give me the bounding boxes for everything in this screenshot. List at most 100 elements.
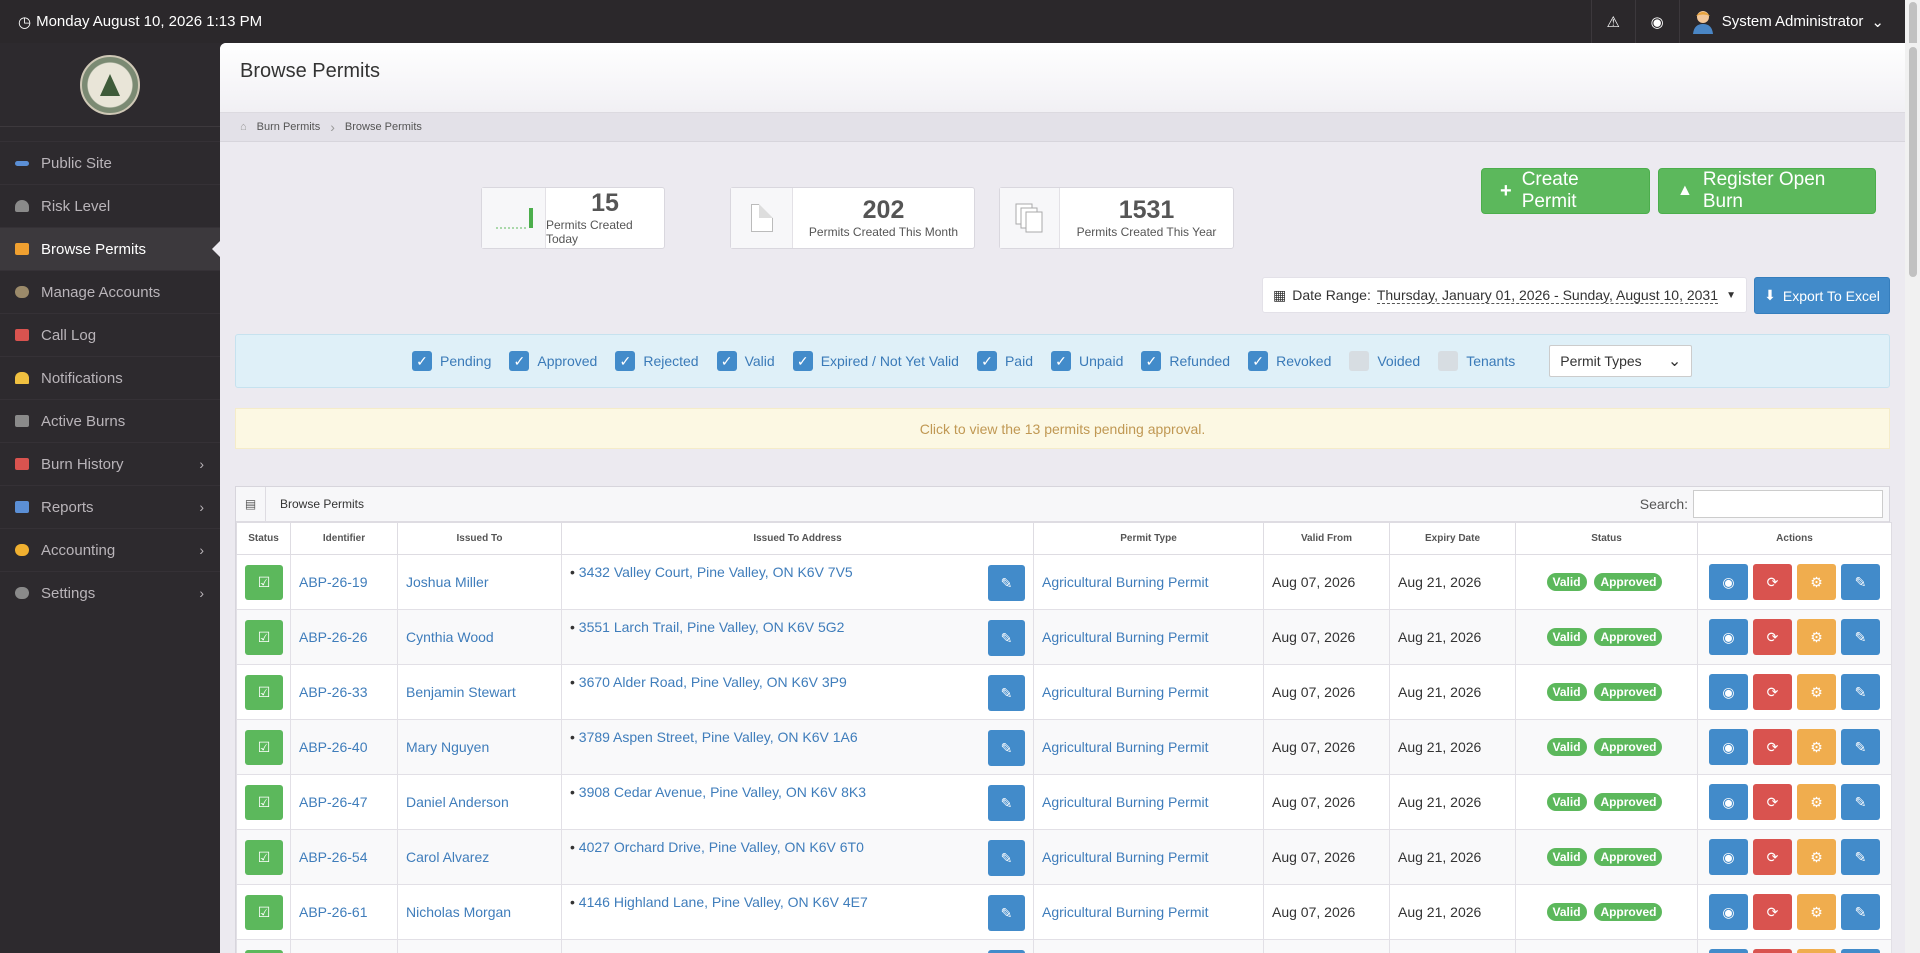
globe-icon[interactable]: ◉ xyxy=(1634,0,1679,43)
column-header[interactable]: Valid From xyxy=(1263,522,1390,555)
refresh-button[interactable]: ⟳ xyxy=(1753,619,1792,655)
column-header[interactable]: Issued To xyxy=(397,522,562,555)
sidebar-item-burn-history[interactable]: Burn History › xyxy=(0,442,220,485)
export-to-excel-button[interactable]: ⬇ Export To Excel xyxy=(1754,277,1890,314)
settings-button[interactable]: ⚙ xyxy=(1797,784,1836,820)
address-link[interactable]: 3670 Alder Road, Pine Valley, ON K6V 3P9 xyxy=(579,674,847,690)
issued-to-link[interactable]: Cynthia Wood xyxy=(406,629,494,645)
permit-type-link[interactable]: Agricultural Burning Permit xyxy=(1042,904,1209,920)
permit-type-link[interactable]: Agricultural Burning Permit xyxy=(1042,574,1209,590)
filter-unpaid[interactable]: ✓ Unpaid xyxy=(1051,351,1123,371)
checkbox-checked-icon[interactable]: ✓ xyxy=(792,351,813,371)
status-toggle-button[interactable]: ☑ xyxy=(245,949,283,953)
refresh-button[interactable]: ⟳ xyxy=(1753,894,1792,930)
permit-identifier-link[interactable]: ABP-26-26 xyxy=(299,629,367,645)
filter-approved[interactable]: ✓ Approved xyxy=(509,351,597,371)
pending-approval-banner[interactable]: Click to view the 13 permits pending app… xyxy=(235,408,1890,449)
checkbox-unchecked-icon[interactable]: ✓ xyxy=(1438,351,1459,371)
camera-button[interactable]: ◉ xyxy=(1709,839,1748,875)
edit-address-button[interactable]: ✎ xyxy=(988,565,1025,601)
page-scrollbar[interactable] xyxy=(1905,43,1920,953)
permit-type-link[interactable]: Agricultural Burning Permit xyxy=(1042,739,1209,755)
status-toggle-button[interactable]: ☑ xyxy=(245,619,283,655)
issued-to-link[interactable]: Daniel Anderson xyxy=(406,794,509,810)
edit-address-button[interactable]: ✎ xyxy=(988,730,1025,766)
filter-pending[interactable]: ✓ Pending xyxy=(412,351,491,371)
scrollbar-thumb[interactable] xyxy=(1909,47,1917,277)
issued-to-link[interactable]: Benjamin Stewart xyxy=(406,684,516,700)
settings-button[interactable]: ⚙ xyxy=(1797,674,1836,710)
sidebar-item-notifications[interactable]: Notifications xyxy=(0,356,220,399)
sidebar-item-active-burns[interactable]: Active Burns xyxy=(0,399,220,442)
column-header[interactable]: Permit Type xyxy=(1033,522,1264,555)
sidebar-item-public-site[interactable]: Public Site xyxy=(0,141,220,184)
permit-type-link[interactable]: Agricultural Burning Permit xyxy=(1042,794,1209,810)
sidebar-item-call-log[interactable]: Call Log xyxy=(0,313,220,356)
refresh-button[interactable]: ⟳ xyxy=(1753,729,1792,765)
edit-address-button[interactable]: ✎ xyxy=(988,675,1025,711)
status-toggle-button[interactable]: ☑ xyxy=(245,784,283,820)
status-toggle-button[interactable]: ☑ xyxy=(245,674,283,710)
settings-button[interactable]: ⚙ xyxy=(1797,619,1836,655)
filter-expired[interactable]: ✓ Expired / Not Yet Valid xyxy=(792,351,959,371)
edit-address-button[interactable]: ✎ xyxy=(988,895,1025,931)
filter-paid[interactable]: ✓ Paid xyxy=(976,351,1033,371)
sidebar-item-risk-level[interactable]: Risk Level xyxy=(0,184,220,227)
checkbox-checked-icon[interactable]: ✓ xyxy=(1141,351,1162,371)
checkbox-checked-icon[interactable]: ✓ xyxy=(509,351,530,371)
user-menu[interactable]: System Administrator ⌄ xyxy=(1678,0,1920,43)
permit-type-link[interactable]: Agricultural Burning Permit xyxy=(1042,629,1209,645)
status-toggle-button[interactable]: ☑ xyxy=(245,839,283,875)
column-header[interactable]: Issued To Address xyxy=(561,522,1034,555)
address-link[interactable]: 4146 Highland Lane, Pine Valley, ON K6V … xyxy=(579,894,868,910)
camera-button[interactable]: ◉ xyxy=(1709,619,1748,655)
filter-rejected[interactable]: ✓ Rejected xyxy=(615,351,699,371)
alert-icon[interactable]: ⚠ xyxy=(1590,0,1635,43)
issued-to-link[interactable]: Nicholas Morgan xyxy=(406,904,511,920)
checkbox-checked-icon[interactable]: ✓ xyxy=(1248,351,1269,371)
edit-button[interactable]: ✎ xyxy=(1841,839,1880,875)
checkbox-checked-icon[interactable]: ✓ xyxy=(976,351,997,371)
checkbox-unchecked-icon[interactable]: ✓ xyxy=(1349,351,1370,371)
settings-button[interactable]: ⚙ xyxy=(1797,564,1836,600)
search-input[interactable] xyxy=(1693,490,1883,518)
filter-valid[interactable]: ✓ Valid xyxy=(716,351,775,371)
column-header[interactable]: Status xyxy=(1515,522,1698,555)
edit-button[interactable]: ✎ xyxy=(1841,674,1880,710)
filter-tenants[interactable]: ✓ Tenants xyxy=(1438,351,1515,371)
filter-refunded[interactable]: ✓ Refunded xyxy=(1141,351,1230,371)
refresh-button[interactable]: ⟳ xyxy=(1753,674,1792,710)
permit-identifier-link[interactable]: ABP-26-33 xyxy=(299,684,367,700)
sidebar-item-manage-accounts[interactable]: Manage Accounts xyxy=(0,270,220,313)
date-range-picker[interactable]: ▦ Date Range: Thursday, January 01, 2026… xyxy=(1262,277,1747,313)
edit-address-button[interactable]: ✎ xyxy=(988,840,1025,876)
refresh-button[interactable]: ⟳ xyxy=(1753,784,1792,820)
refresh-button[interactable]: ⟳ xyxy=(1753,839,1792,875)
edit-button[interactable]: ✎ xyxy=(1841,564,1880,600)
status-toggle-button[interactable]: ☑ xyxy=(245,729,283,765)
edit-button[interactable]: ✎ xyxy=(1841,784,1880,820)
column-header[interactable]: Expiry Date xyxy=(1389,522,1516,555)
sidebar-item-reports[interactable]: Reports › xyxy=(0,485,220,528)
address-link[interactable]: 3432 Valley Court, Pine Valley, ON K6V 7… xyxy=(579,564,853,580)
refresh-button[interactable]: ⟳ xyxy=(1753,564,1792,600)
camera-button[interactable]: ◉ xyxy=(1709,729,1748,765)
settings-button[interactable]: ⚙ xyxy=(1797,894,1836,930)
refresh-button[interactable]: ⟳ xyxy=(1753,949,1792,953)
status-toggle-button[interactable]: ☑ xyxy=(245,564,283,600)
issued-to-link[interactable]: Mary Nguyen xyxy=(406,739,489,755)
edit-button[interactable]: ✎ xyxy=(1841,729,1880,765)
settings-button[interactable]: ⚙ xyxy=(1797,729,1836,765)
checkbox-checked-icon[interactable]: ✓ xyxy=(615,351,636,371)
create-permit-button[interactable]: + Create Permit xyxy=(1481,168,1650,214)
edit-address-button[interactable]: ✎ xyxy=(988,620,1025,656)
checkbox-checked-icon[interactable]: ✓ xyxy=(1051,351,1071,371)
column-header[interactable]: Actions xyxy=(1697,522,1892,555)
sidebar-item-settings[interactable]: Settings › xyxy=(0,571,220,614)
status-toggle-button[interactable]: ☑ xyxy=(245,894,283,930)
camera-button[interactable]: ◉ xyxy=(1709,674,1748,710)
sidebar-item-browse-permits[interactable]: Browse Permits xyxy=(0,227,220,270)
settings-button[interactable]: ⚙ xyxy=(1797,839,1836,875)
filter-revoked[interactable]: ✓ Revoked xyxy=(1248,351,1331,371)
permit-identifier-link[interactable]: ABP-26-47 xyxy=(299,794,367,810)
